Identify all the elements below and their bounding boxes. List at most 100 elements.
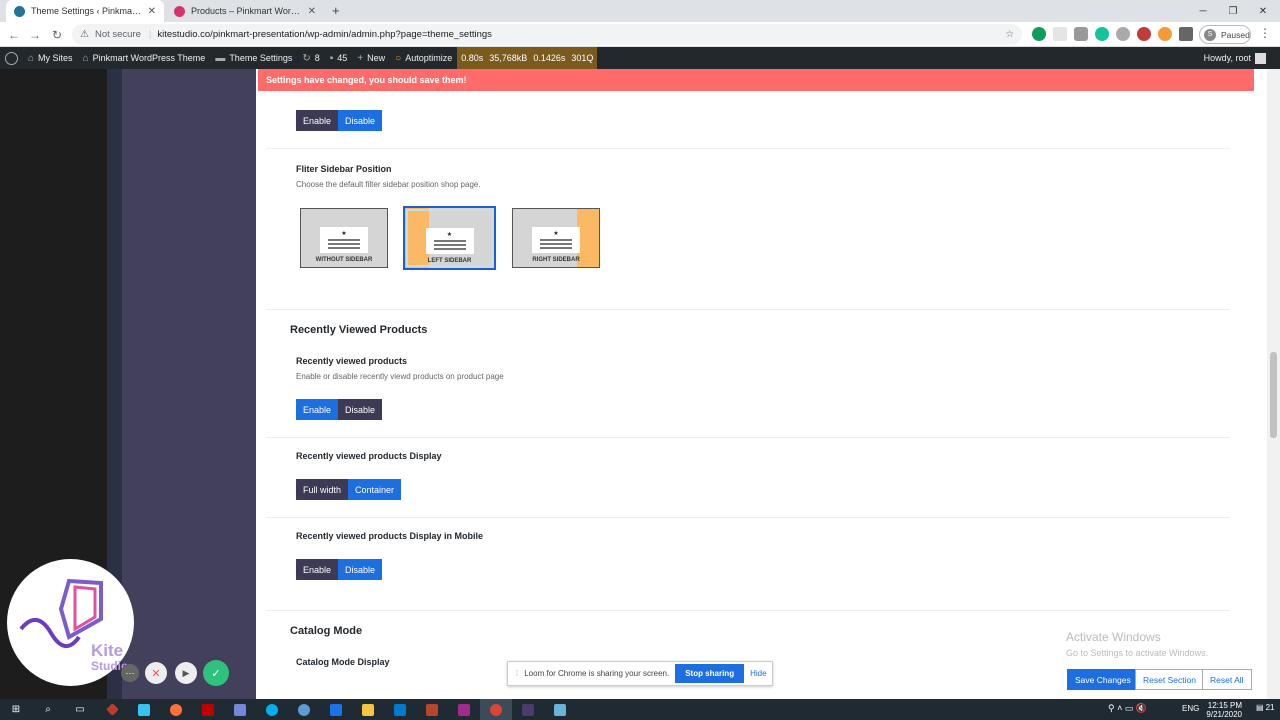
scrollbar-thumb[interactable] bbox=[1270, 352, 1277, 438]
layout-preview-icon: ★ bbox=[425, 228, 474, 254]
comments-link[interactable]: ▪ 45 bbox=[325, 47, 353, 69]
filezilla-2-icon[interactable] bbox=[416, 699, 448, 720]
close-tab-icon[interactable]: ✕ bbox=[148, 6, 156, 17]
maps-icon[interactable] bbox=[320, 699, 352, 720]
reload-icon[interactable]: ↻ bbox=[46, 22, 68, 47]
option-without-sidebar[interactable]: ★ WITHOUT SIDEBAR bbox=[300, 208, 388, 268]
not-secure-label[interactable]: Not secure bbox=[95, 29, 141, 40]
stop-sharing-button[interactable]: Stop sharing bbox=[675, 664, 745, 683]
camera-extension-icon[interactable] bbox=[1074, 27, 1088, 41]
profile-paused-button[interactable]: S Paused bbox=[1199, 25, 1251, 44]
puzzle-extensions-icon[interactable] bbox=[1179, 27, 1193, 41]
forward-icon[interactable]: → bbox=[24, 22, 46, 47]
home-icon: ⌂ bbox=[82, 52, 89, 64]
tab-title: Theme Settings ‹ Pinkmart Word bbox=[31, 6, 142, 16]
wordpress-logo-icon[interactable] bbox=[0, 47, 23, 69]
language-indicator[interactable]: ENG bbox=[1182, 704, 1199, 713]
grammarly-icon[interactable] bbox=[1095, 27, 1109, 41]
chrome-menu-icon[interactable]: ⋮ bbox=[1259, 26, 1271, 40]
disable-button[interactable]: Disable bbox=[338, 110, 383, 131]
app-dark-icon[interactable] bbox=[512, 699, 544, 720]
mobile-display-toggle-group: Enable Disable bbox=[296, 559, 383, 580]
layout-preview-icon: ★ bbox=[320, 227, 368, 253]
back-icon[interactable]: ← bbox=[3, 22, 25, 47]
url-text[interactable]: kitestudio.co/pinkmart-presentation/wp-a… bbox=[157, 29, 492, 40]
skype-icon[interactable] bbox=[256, 699, 288, 720]
hide-button[interactable]: Hide bbox=[750, 669, 766, 678]
comment-icon: ▪ bbox=[329, 52, 334, 64]
app-red-icon[interactable] bbox=[96, 699, 128, 720]
extension-green-icon[interactable] bbox=[1032, 27, 1046, 41]
file-explorer-icon[interactable] bbox=[352, 699, 384, 720]
omnibox[interactable]: ⚠ Not secure | kitestudio.co/pinkmart-pr… bbox=[72, 24, 1022, 45]
enable-button[interactable]: Enable bbox=[296, 110, 339, 131]
discord-icon[interactable] bbox=[224, 699, 256, 720]
circle-icon: ○ bbox=[395, 52, 402, 64]
vscode-icon[interactable] bbox=[384, 699, 416, 720]
disable-button[interactable]: Disable bbox=[338, 559, 383, 580]
field-title: Recently viewed products Display bbox=[296, 451, 442, 461]
updates-link[interactable]: ↻ 8 bbox=[297, 47, 324, 69]
firefox-icon[interactable] bbox=[160, 699, 192, 720]
reset-all-button[interactable]: Reset All bbox=[1202, 669, 1252, 690]
theme-settings-link[interactable]: ▬ Theme Settings bbox=[210, 47, 297, 69]
windows-start-icon[interactable]: ⊞ bbox=[0, 699, 32, 720]
browser-tab-strip: Theme Settings ‹ Pinkmart Word ✕ Product… bbox=[0, 0, 1280, 22]
loom-extension-icon[interactable] bbox=[1158, 27, 1172, 41]
globe-app-icon[interactable] bbox=[288, 699, 320, 720]
disable-button[interactable]: Disable bbox=[338, 399, 383, 420]
display-width-toggle-group: Full width Container bbox=[296, 479, 402, 500]
bookmark-star-icon[interactable]: ☆ bbox=[1005, 29, 1014, 40]
finish-recording-icon[interactable]: ✓ bbox=[203, 660, 229, 686]
loom-sharing-text: Loom for Chrome is sharing your screen. bbox=[524, 669, 670, 678]
loom-sharing-bar: ⁞ Loom for Chrome is sharing your screen… bbox=[507, 661, 773, 686]
search-icon[interactable]: ⌕ bbox=[32, 699, 64, 720]
howdy-account-menu[interactable]: Howdy, root bbox=[1204, 47, 1266, 69]
new-content-link[interactable]: + New bbox=[352, 47, 390, 69]
field-description: Enable or disable recently viewd product… bbox=[296, 372, 504, 381]
new-tab-plus-icon[interactable]: + bbox=[332, 3, 340, 18]
field-title: Catalog Mode Display bbox=[296, 657, 390, 667]
option-left-sidebar[interactable]: ★ LEFT SIDEBAR bbox=[403, 206, 496, 270]
pause-recording-icon[interactable]: ▶ bbox=[175, 662, 197, 684]
restore-icon[interactable]: ❐ bbox=[1218, 0, 1248, 22]
my-sites-link[interactable]: ⌂ My Sites bbox=[23, 47, 78, 69]
chrome-extension-red-icon[interactable] bbox=[1137, 27, 1151, 41]
notification-center-icon[interactable]: ▤ 21 bbox=[1256, 703, 1274, 712]
enable-button[interactable]: Enable bbox=[296, 399, 339, 420]
close-window-icon[interactable]: ✕ bbox=[1248, 0, 1278, 22]
enable-button[interactable]: Enable bbox=[296, 559, 339, 580]
full-width-button[interactable]: Full width bbox=[296, 479, 349, 500]
more-options-icon[interactable]: ⋯ bbox=[121, 664, 139, 682]
app-teal-icon[interactable] bbox=[544, 699, 576, 720]
extension-blank-icon[interactable] bbox=[1053, 27, 1067, 41]
slack-icon[interactable] bbox=[128, 699, 160, 720]
container-button[interactable]: Container bbox=[348, 479, 402, 500]
kite-logo-text: Kite bbox=[91, 641, 124, 660]
cloud-extension-icon[interactable] bbox=[1116, 27, 1130, 41]
drag-handle-icon[interactable]: ⁞ bbox=[516, 669, 518, 678]
option-right-sidebar[interactable]: ★ RIGHT SIDEBAR bbox=[512, 208, 600, 268]
cancel-recording-icon[interactable]: ✕ bbox=[145, 662, 167, 684]
home-icon: ⌂ bbox=[28, 52, 35, 64]
minimize-icon[interactable]: ─ bbox=[1188, 0, 1218, 22]
tray-icons[interactable]: ⚲ ˄ ▭ 🔇 bbox=[1108, 703, 1147, 714]
query-monitor-stats[interactable]: 0.80s 35,768kB 0.1426s 301Q bbox=[457, 47, 598, 69]
browser-tab-theme-settings[interactable]: Theme Settings ‹ Pinkmart Word ✕ bbox=[6, 0, 164, 22]
browser-tab-products[interactable]: Products – Pinkmart WordPress T ✕ bbox=[166, 0, 324, 22]
field-title: Fliter Sidebar Position bbox=[296, 164, 392, 174]
divider bbox=[266, 437, 1230, 438]
save-changes-button[interactable]: Save Changes bbox=[1067, 669, 1139, 690]
filezilla-icon[interactable] bbox=[192, 699, 224, 720]
task-view-icon[interactable]: ▭ bbox=[64, 699, 96, 720]
autoptimize-link[interactable]: ○ Autoptimize bbox=[390, 47, 457, 69]
settings-main-panel: Settings have changed, you should save t… bbox=[256, 69, 1267, 699]
reset-section-button[interactable]: Reset Section bbox=[1135, 669, 1204, 690]
close-tab-icon[interactable]: ✕ bbox=[308, 6, 316, 17]
activate-windows-subtitle: Go to Settings to activate Windows. bbox=[1066, 648, 1209, 658]
site-name-link[interactable]: ⌂ Pinkmart WordPress Theme bbox=[78, 47, 211, 69]
app-purple-icon[interactable] bbox=[448, 699, 480, 720]
taskbar-clock[interactable]: 12:15 PM 9/21/2020 bbox=[1206, 701, 1242, 719]
windows-taskbar: ⊞ ⌕ ▭ ⚲ ˄ ▭ 🔇 ENG 12:15 PM 9/21/2020 ▤ 21 bbox=[0, 699, 1280, 720]
chrome-icon[interactable] bbox=[480, 699, 512, 720]
